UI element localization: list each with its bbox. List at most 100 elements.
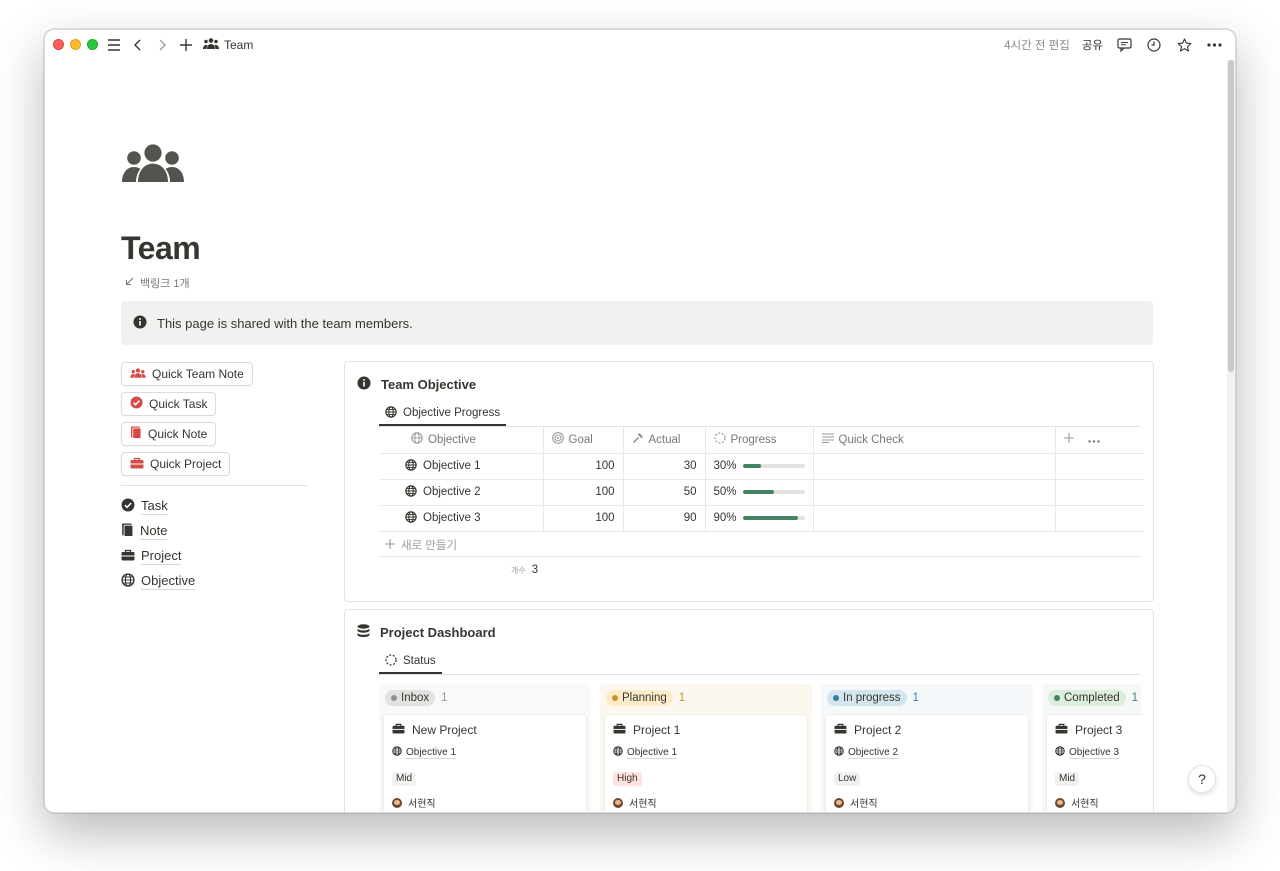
comment-icon[interactable] [1115, 36, 1133, 54]
project-name: Project 1 [633, 723, 681, 737]
team-objective-header: Team Objective [357, 376, 476, 393]
quick-check-cell[interactable] [813, 453, 1056, 480]
table-row[interactable]: Objective 2 100 50 50% [379, 479, 1145, 506]
breadcrumb[interactable]: Team [203, 38, 253, 52]
back-arrow-icon[interactable] [129, 36, 147, 54]
top-bar: Team 4시간 전 편집 공유 [45, 30, 1235, 60]
quick-note-button[interactable]: Quick Note [121, 422, 217, 446]
project-card[interactable]: Project 3 Objective 3 Mid 서현직 [1046, 714, 1141, 812]
progress-fill [742, 490, 774, 494]
empty-cell [1055, 479, 1145, 506]
avatar [392, 797, 402, 808]
status-label: In progress [843, 692, 901, 704]
project-name: Project 3 [1075, 723, 1123, 737]
column-header[interactable]: Inbox 1 [383, 688, 587, 708]
more-icon[interactable] [1205, 36, 1223, 54]
page-team-icon[interactable] [121, 144, 185, 187]
objective-label: Objective 2 [848, 746, 899, 759]
view-tab-label: Objective Progress [403, 407, 501, 419]
page-title[interactable]: Team [121, 230, 201, 267]
nav-link-label: Project [141, 548, 182, 565]
column-header-objective[interactable]: Objective [379, 427, 544, 454]
objective-label: Objective 1 [627, 746, 678, 759]
help-button[interactable]: ? [1188, 765, 1216, 793]
quick-project-button[interactable]: Quick Project [121, 452, 231, 476]
nav-controls: Team [105, 36, 253, 54]
progress-track [742, 516, 805, 520]
more-icon[interactable] [1087, 434, 1100, 446]
project-dashboard-title[interactable]: Project Dashboard [380, 625, 496, 640]
share-button[interactable]: 공유 [1082, 37, 1103, 53]
minimize-window-button[interactable] [70, 39, 81, 50]
nav-link-task[interactable]: Task [121, 494, 307, 519]
table-row[interactable]: Objective 3 100 90 90% [379, 505, 1145, 532]
actual-cell[interactable]: 30 [623, 453, 706, 480]
plus-icon [385, 538, 395, 552]
column-header[interactable]: Planning 1 [604, 688, 808, 708]
count-summary[interactable]: 개수 3 [511, 564, 538, 576]
project-card-title: New Project [392, 723, 578, 737]
team-objective-title[interactable]: Team Objective [381, 377, 476, 392]
assignee: 서현직 [834, 795, 1020, 810]
quick-team-note-button[interactable]: Quick Team Note [121, 362, 253, 386]
globe-icon [405, 458, 417, 474]
plus-icon[interactable] [177, 36, 195, 54]
actual-cell[interactable]: 50 [623, 479, 706, 506]
backlink-arrow-icon [125, 277, 134, 289]
clock-icon[interactable] [1145, 36, 1163, 54]
objective-label: Objective 3 [1069, 746, 1120, 759]
project-card-title: Project 2 [834, 723, 1020, 737]
quick-task-button[interactable]: Quick Task [121, 392, 217, 416]
column-header-actual[interactable]: Actual [623, 427, 706, 454]
window-controls [53, 39, 98, 50]
quick-check-cell[interactable] [813, 505, 1056, 532]
goal-cell[interactable]: 100 [543, 505, 624, 532]
project-objective-link[interactable]: Objective 1 [392, 746, 578, 759]
add-column-icon[interactable] [1063, 433, 1074, 446]
goal-cell[interactable]: 100 [543, 453, 624, 480]
new-row-button[interactable]: 새로 만들기 [385, 537, 457, 553]
quick-check-cell[interactable] [813, 479, 1056, 506]
menu-icon[interactable] [105, 36, 123, 54]
view-tab-objective-progress[interactable]: Objective Progress [379, 402, 507, 426]
objective-cell[interactable]: Objective 2 [379, 479, 544, 506]
nav-link-note[interactable]: Note [121, 519, 307, 544]
column-header-goal[interactable]: Goal [543, 427, 624, 454]
column-count: 1 [678, 692, 686, 704]
project-objective-link[interactable]: Objective 2 [834, 746, 1020, 759]
priority-tag: Mid [1055, 772, 1080, 786]
project-card[interactable]: New Project Objective 1 Mid 서현직 [383, 714, 587, 812]
avatar [834, 797, 844, 808]
column-header-progress[interactable]: Progress [705, 427, 814, 454]
objective-cell[interactable]: Objective 3 [379, 505, 544, 532]
column-label: Goal [568, 433, 593, 446]
nav-link-objective[interactable]: Objective [121, 569, 307, 594]
board-column: Inbox 1 New Project Objective 1 Mid 서현직 [379, 684, 591, 812]
nav-link-project[interactable]: Project [121, 544, 307, 569]
close-window-button[interactable] [53, 39, 64, 50]
project-card[interactable]: Project 2 Objective 2 Low 서현직 [825, 714, 1029, 812]
progress-cell: 90% [705, 505, 814, 532]
column-label: Progress [730, 433, 777, 446]
scrollbar-thumb[interactable] [1228, 60, 1234, 372]
view-tab-status[interactable]: Status [379, 650, 442, 674]
table-row[interactable]: Objective 1 100 30 30% [379, 453, 1145, 480]
project-objective-link[interactable]: Objective 1 [613, 746, 799, 759]
nav-link-label: Note [140, 523, 168, 540]
status-label: Completed [1064, 692, 1120, 704]
project-card[interactable]: Project 1 Objective 1 High 서현직 [604, 714, 808, 812]
status-tag: In progress [827, 690, 907, 706]
project-objective-link[interactable]: Objective 3 [1055, 746, 1141, 759]
assignee-name: 서현직 [850, 799, 878, 810]
goal-cell[interactable]: 100 [543, 479, 624, 506]
star-icon[interactable] [1175, 36, 1193, 54]
column-header[interactable]: Completed 1 [1046, 688, 1141, 708]
zoom-window-button[interactable] [87, 39, 98, 50]
objective-cell[interactable]: Objective 1 [379, 453, 544, 480]
backlinks[interactable]: 백링크 1개 [125, 275, 190, 291]
actual-cell[interactable]: 90 [623, 505, 706, 532]
info-icon [357, 376, 371, 393]
column-header-quick-check[interactable]: Quick Check [813, 427, 1056, 454]
column-header[interactable]: In progress 1 [825, 688, 1029, 708]
forward-arrow-icon[interactable] [153, 36, 171, 54]
